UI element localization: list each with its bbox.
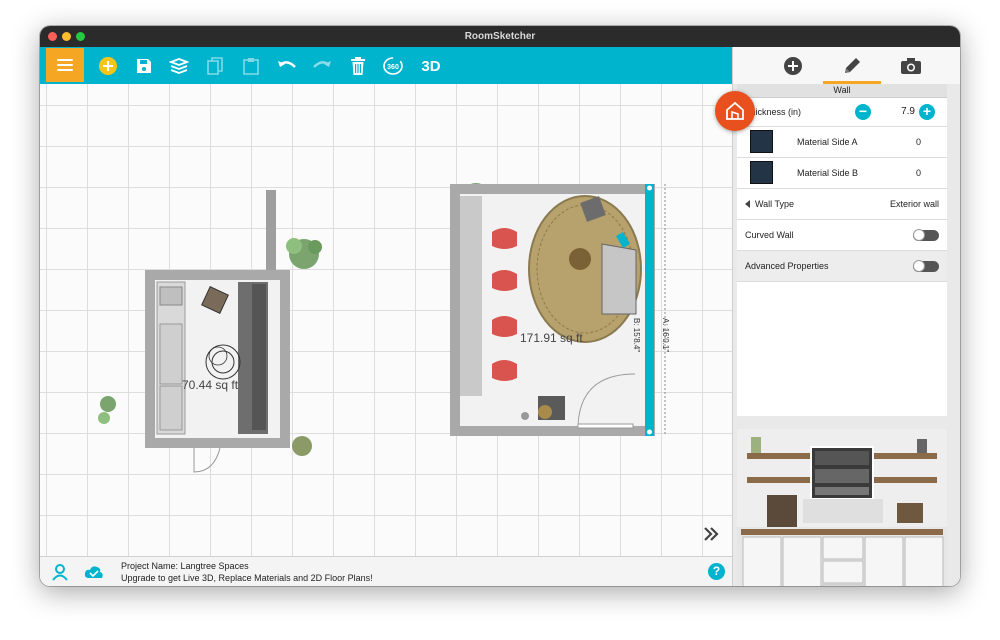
wall-type-row[interactable]: Wall Type Exterior wall xyxy=(737,189,947,220)
selected-wall xyxy=(645,184,654,436)
right-room[interactable] xyxy=(450,184,666,436)
account-button[interactable] xyxy=(52,563,68,586)
tab-add[interactable] xyxy=(763,47,823,84)
dimension-b-label: B: 15'8.4" xyxy=(632,318,641,353)
cloud-sync-button[interactable] xyxy=(84,565,104,584)
hamburger-line xyxy=(57,64,73,66)
kitchen-preview-image xyxy=(737,429,947,586)
wall-type-value: Exterior wall xyxy=(889,199,939,209)
minus-icon: − xyxy=(858,103,868,119)
status-bar: Project Name: Langtree Spaces Upgrade to… xyxy=(40,556,732,586)
panel-tabs xyxy=(733,47,960,84)
menu-button[interactable] xyxy=(46,48,84,82)
layers-icon xyxy=(169,58,189,74)
right-room-area-label: 171.91 sq ft xyxy=(520,331,583,345)
plus-circle-icon xyxy=(784,56,802,75)
dimension-a-label: A: 16'0.1" xyxy=(661,318,670,353)
thickness-increase-button[interactable]: + xyxy=(919,104,935,120)
view-360-button[interactable]: 360 xyxy=(381,54,405,78)
wall-properties: Thickness (in) − 7.9 + Material Side A 0… xyxy=(737,98,947,416)
house-logo-icon xyxy=(726,101,744,120)
material-a-swatch[interactable] xyxy=(750,130,773,153)
left-room[interactable] xyxy=(145,190,290,473)
curved-wall-row: Curved Wall xyxy=(737,220,947,251)
redo-icon xyxy=(313,61,331,68)
label-360: 360 xyxy=(387,64,399,71)
advanced-properties-toggle[interactable] xyxy=(913,260,939,272)
caret-left-icon xyxy=(745,200,750,208)
main-toolbar: 360 3D xyxy=(40,47,732,84)
wall-type-label: Wall Type xyxy=(755,199,795,209)
tab-edit[interactable] xyxy=(822,47,882,84)
double-chevron-right-icon xyxy=(704,527,719,541)
floor-plan-canvas[interactable]: 70.44 sq ft 171.91 sq ft A: 16'0.1" B: 1… xyxy=(40,84,732,556)
thickness-decrease-button[interactable]: − xyxy=(855,104,871,120)
material-b-swatch[interactable] xyxy=(750,161,773,184)
copy-icon xyxy=(207,57,223,75)
upgrade-text[interactable]: Upgrade to get Live 3D, Replace Material… xyxy=(121,573,373,583)
camera-icon xyxy=(901,57,921,74)
hamburger-menu-icon xyxy=(57,59,73,61)
thickness-value[interactable]: 7.9 xyxy=(887,106,915,117)
save-button[interactable] xyxy=(132,54,156,78)
properties-panel: Wall Thickness (in) − 7.9 + Material Sid… xyxy=(732,47,960,586)
curved-wall-label: Curved Wall xyxy=(745,230,794,240)
zoom-window-button[interactable] xyxy=(76,32,85,41)
delete-button[interactable] xyxy=(346,54,370,78)
paste-button[interactable] xyxy=(239,54,263,78)
cloud-check-icon xyxy=(84,566,103,578)
material-side-a-row[interactable]: Material Side A 0 xyxy=(737,127,947,158)
title-bar: RoomSketcher xyxy=(40,26,960,47)
tab-snapshot[interactable] xyxy=(881,47,941,84)
thickness-row: Thickness (in) − 7.9 + xyxy=(737,98,947,127)
expand-panel-button[interactable] xyxy=(702,525,720,543)
paste-icon xyxy=(243,58,259,75)
view-3d-button[interactable]: 3D xyxy=(416,54,446,78)
project-name-text: Project Name: Langtree Spaces xyxy=(121,561,249,571)
material-a-value: 0 xyxy=(915,137,921,147)
app-window: RoomSketcher 360 3D 70.44 sq ft 171.91 s… xyxy=(40,26,960,586)
redo-button[interactable] xyxy=(310,54,334,78)
curved-wall-toggle[interactable] xyxy=(913,229,939,241)
user-icon xyxy=(52,564,68,581)
hamburger-line xyxy=(57,69,73,71)
material-a-label: Material Side A xyxy=(797,137,858,147)
plus-circle-icon xyxy=(99,57,117,75)
save-icon xyxy=(137,59,151,73)
floor-plan-drawing xyxy=(98,183,666,473)
pencil-icon xyxy=(845,57,860,73)
advanced-properties-label: Advanced Properties xyxy=(745,261,829,271)
add-button[interactable] xyxy=(96,54,120,78)
advanced-properties-row: Advanced Properties xyxy=(737,251,947,282)
panel-section-title: Wall xyxy=(737,84,947,98)
layers-button[interactable] xyxy=(167,54,191,78)
close-window-button[interactable] xyxy=(48,32,57,41)
trash-icon xyxy=(351,57,365,75)
material-b-value: 0 xyxy=(915,168,921,178)
plus-icon: + xyxy=(922,103,932,119)
rotate-360-icon: 360 xyxy=(383,57,403,75)
help-icon: ? xyxy=(712,564,721,578)
material-b-label: Material Side B xyxy=(797,168,859,178)
roomsketcher-logo xyxy=(715,91,755,131)
left-room-area-label: 70.44 sq ft xyxy=(182,378,239,392)
minimize-window-button[interactable] xyxy=(62,32,71,41)
help-button[interactable]: ? xyxy=(708,563,725,580)
undo-button[interactable] xyxy=(275,54,299,78)
window-title: RoomSketcher xyxy=(464,31,536,42)
copy-button[interactable] xyxy=(203,54,227,78)
material-side-b-row[interactable]: Material Side B 0 xyxy=(737,158,947,189)
undo-icon xyxy=(278,61,296,68)
live-3d-preview[interactable] xyxy=(737,429,947,586)
